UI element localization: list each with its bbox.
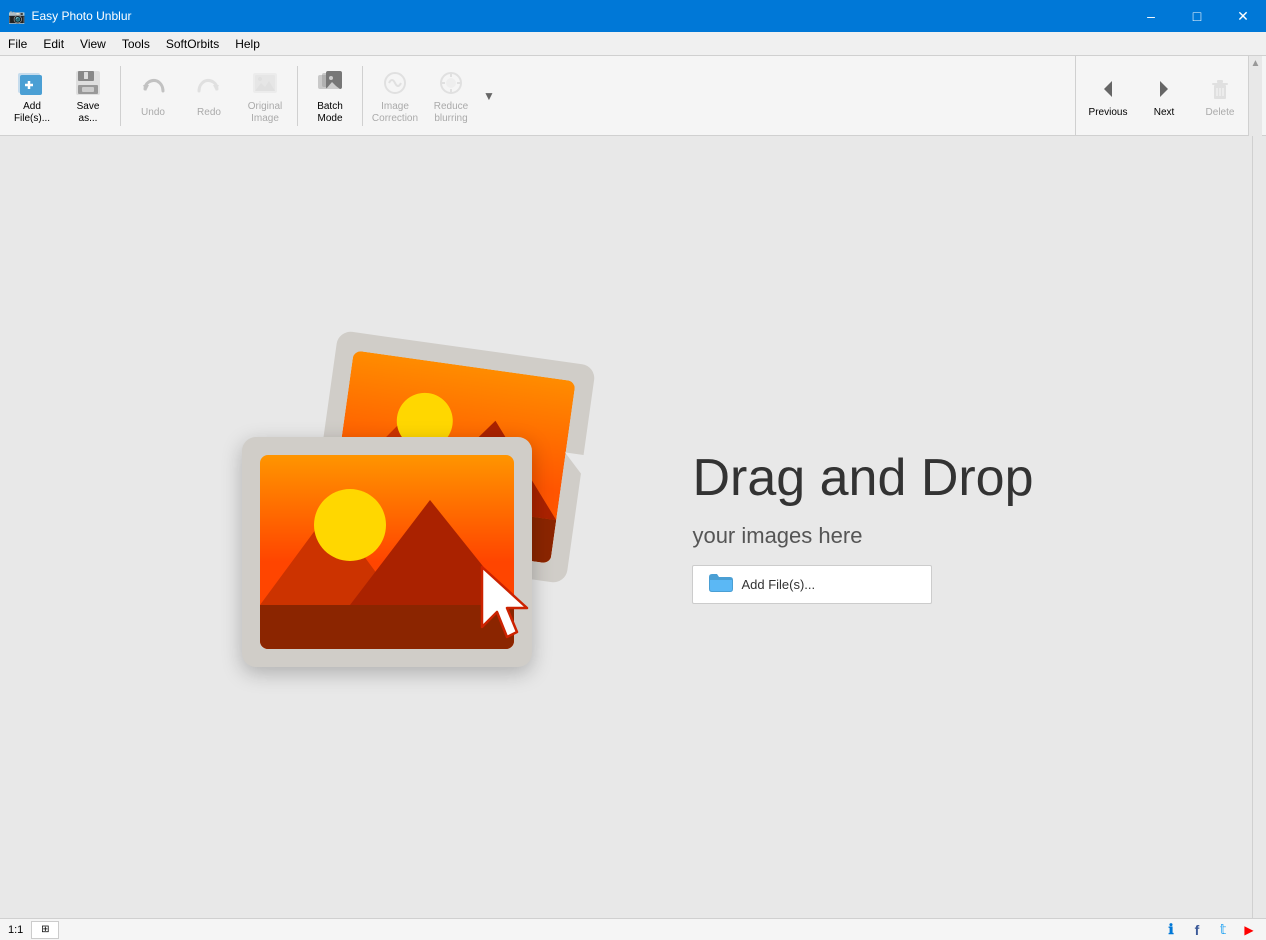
folder-icon xyxy=(709,574,733,595)
toolbar-previous[interactable]: Previous xyxy=(1080,60,1136,132)
drag-drop-title: Drag and Drop xyxy=(692,450,1033,507)
close-button[interactable]: ✕ xyxy=(1220,0,1266,32)
toolbar-save-as[interactable]: Saveas... xyxy=(60,60,116,132)
menu-help[interactable]: Help xyxy=(227,35,268,53)
fold-corner-bg xyxy=(560,452,605,497)
status-left: 1:1 ⊞ xyxy=(8,921,59,939)
undo-icon xyxy=(137,73,169,105)
status-right: ℹ f 𝕥 ▶ xyxy=(1162,921,1258,939)
drag-cursor xyxy=(472,562,552,657)
toolbar-original-image[interactable]: OriginalImage xyxy=(237,60,293,132)
image-correction-label: ImageCorrection xyxy=(372,101,418,125)
title-bar: 📷 Easy Photo Unblur – □ ✕ xyxy=(0,0,1266,32)
facebook-icon[interactable]: f xyxy=(1188,921,1206,939)
menu-edit[interactable]: Edit xyxy=(35,35,72,53)
redo-label: Redo xyxy=(197,107,221,119)
drop-zone-area: Drag and Drop your images here Add File(… xyxy=(232,337,1033,717)
toolbar-next[interactable]: Next xyxy=(1136,60,1192,132)
next-icon xyxy=(1148,73,1180,105)
toolbar-delete[interactable]: Delete xyxy=(1192,60,1248,132)
restore-button[interactable]: □ xyxy=(1174,0,1220,32)
toolbar-sep-2 xyxy=(297,66,298,126)
minimize-button[interactable]: – xyxy=(1128,0,1174,32)
previous-icon xyxy=(1092,73,1124,105)
toolbar-sep-3 xyxy=(362,66,363,126)
menu-tools[interactable]: Tools xyxy=(114,35,158,53)
batch-mode-label: BatchMode xyxy=(317,101,343,125)
image-illustration xyxy=(232,337,632,717)
toolbar: AddFile(s)... Saveas... Undo xyxy=(0,56,1266,136)
undo-label: Undo xyxy=(141,107,165,119)
drop-zone-text: Drag and Drop your images here Add File(… xyxy=(692,450,1033,604)
add-files-button[interactable]: Add File(s)... xyxy=(692,565,932,604)
save-as-icon xyxy=(72,67,104,99)
zoom-level: 1:1 xyxy=(8,924,23,936)
fit-button[interactable]: ⊞ xyxy=(31,921,59,939)
toolbar-add-files[interactable]: AddFile(s)... xyxy=(4,60,60,132)
toolbar-redo[interactable]: Redo xyxy=(181,60,237,132)
reduce-blurring-icon xyxy=(435,67,467,99)
menu-softorbits[interactable]: SoftOrbits xyxy=(158,35,227,53)
twitter-icon[interactable]: 𝕥 xyxy=(1214,921,1232,939)
toolbar-reduce-blurring[interactable]: Reduceblurring xyxy=(423,60,479,132)
info-icon[interactable]: ℹ xyxy=(1162,921,1180,939)
more-icon: ▼ xyxy=(473,80,505,112)
add-files-label: AddFile(s)... xyxy=(14,101,50,125)
status-bar: 1:1 ⊞ ℹ f 𝕥 ▶ xyxy=(0,918,1266,940)
toolbar-image-correction[interactable]: ImageCorrection xyxy=(367,60,423,132)
menu-file[interactable]: File xyxy=(0,35,35,53)
toolbar-sep-1 xyxy=(120,66,121,126)
side-scrollbar[interactable] xyxy=(1252,136,1266,918)
toolbar-more[interactable]: ▼ xyxy=(479,60,499,132)
toolbar-undo[interactable]: Undo xyxy=(125,60,181,132)
menu-view[interactable]: View xyxy=(72,35,114,53)
toolbar-batch-mode[interactable]: BatchMode xyxy=(302,60,358,132)
next-label: Next xyxy=(1154,107,1175,119)
main-content: Drag and Drop your images here Add File(… xyxy=(0,136,1266,918)
toolbar-scrollbar: ▲ xyxy=(1248,56,1262,136)
original-image-label: OriginalImage xyxy=(248,101,282,125)
save-as-label: Saveas... xyxy=(77,101,100,125)
original-image-icon xyxy=(249,67,281,99)
right-toolbar: Previous Next D xyxy=(1075,56,1266,136)
add-files-btn-label: Add File(s)... xyxy=(741,577,815,592)
batch-mode-icon xyxy=(314,67,346,99)
youtube-icon[interactable]: ▶ xyxy=(1240,921,1258,939)
previous-label: Previous xyxy=(1089,107,1128,119)
redo-icon xyxy=(193,73,225,105)
title-bar-left: 📷 Easy Photo Unblur xyxy=(8,8,132,25)
image-correction-icon xyxy=(379,67,411,99)
delete-icon xyxy=(1204,73,1236,105)
menu-bar: File Edit View Tools SoftOrbits Help xyxy=(0,32,1266,56)
reduce-blurring-label: Reduceblurring xyxy=(434,101,468,125)
delete-label: Delete xyxy=(1206,107,1235,119)
drag-drop-subtitle: your images here xyxy=(692,523,1033,549)
app-icon: 📷 xyxy=(8,8,25,25)
title-bar-title: Easy Photo Unblur xyxy=(31,9,131,23)
title-bar-controls: – □ ✕ xyxy=(1128,0,1266,32)
add-files-icon xyxy=(16,67,48,99)
